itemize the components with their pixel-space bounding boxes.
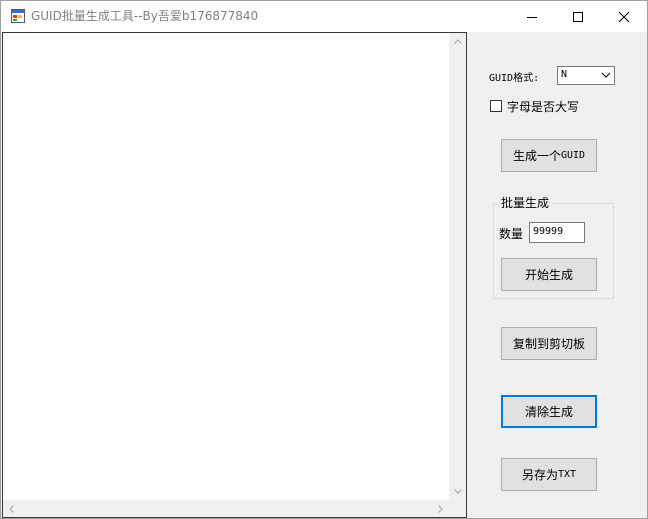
copy-to-clipboard-button[interactable]: 复制到剪切板 xyxy=(501,327,597,360)
batch-group-title: 批量生成 xyxy=(498,194,553,211)
count-label: 数量 xyxy=(499,227,524,241)
scroll-corner xyxy=(449,500,466,517)
start-button-label: 开始生成 xyxy=(524,268,573,282)
start-button[interactable]: 开始生成 xyxy=(501,258,597,291)
format-label: GUID格式: xyxy=(489,73,540,84)
maximize-icon xyxy=(573,11,583,22)
clear-button[interactable]: 清除生成 xyxy=(501,395,597,428)
chevron-left-icon xyxy=(9,504,14,513)
count-input[interactable]: 99999 xyxy=(529,222,585,243)
generate-one-button[interactable]: 生成一个 GUID xyxy=(501,139,597,172)
chevron-right-icon xyxy=(438,504,443,513)
chevron-up-icon xyxy=(453,39,462,44)
chevron-down-icon xyxy=(453,489,462,494)
scroll-left-arrow[interactable] xyxy=(3,500,20,517)
close-button[interactable] xyxy=(601,1,647,32)
close-icon xyxy=(619,11,629,22)
uppercase-label[interactable]: 字母是否大写 xyxy=(507,98,579,115)
minimize-icon xyxy=(527,16,537,18)
title-bar[interactable]: GUID批量生成工具--By吾爱b176877840 xyxy=(1,1,647,32)
save-as-txt-button[interactable]: 另存为 TXT xyxy=(501,458,597,491)
format-selected-value: N xyxy=(561,69,568,80)
output-textarea[interactable] xyxy=(2,32,467,518)
minimize-button[interactable] xyxy=(509,1,555,32)
maximize-button[interactable] xyxy=(555,1,601,32)
app-icon xyxy=(11,9,25,23)
format-select[interactable]: N xyxy=(557,66,615,85)
app-window: GUID批量生成工具--By吾爱b176877840 GUID格式: N 字母是… xyxy=(0,0,648,519)
vertical-scrollbar[interactable] xyxy=(449,33,466,500)
uppercase-checkbox[interactable] xyxy=(490,100,502,112)
clear-button-label: 清除生成 xyxy=(524,405,573,419)
chevron-down-icon xyxy=(601,72,611,78)
scroll-up-arrow[interactable] xyxy=(449,33,466,50)
save-button-label: 另存为 xyxy=(521,468,558,482)
window-title: GUID批量生成工具--By吾爱b176877840 xyxy=(31,9,259,23)
generate-one-label-suffix: GUID xyxy=(560,150,586,161)
scroll-right-arrow[interactable] xyxy=(432,500,449,517)
save-button-label-suffix: TXT xyxy=(557,469,577,480)
scroll-down-arrow[interactable] xyxy=(449,483,466,500)
horizontal-scrollbar[interactable] xyxy=(3,500,449,517)
generate-one-label: 生成一个 xyxy=(512,149,561,163)
copy-button-label: 复制到剪切板 xyxy=(512,337,585,351)
